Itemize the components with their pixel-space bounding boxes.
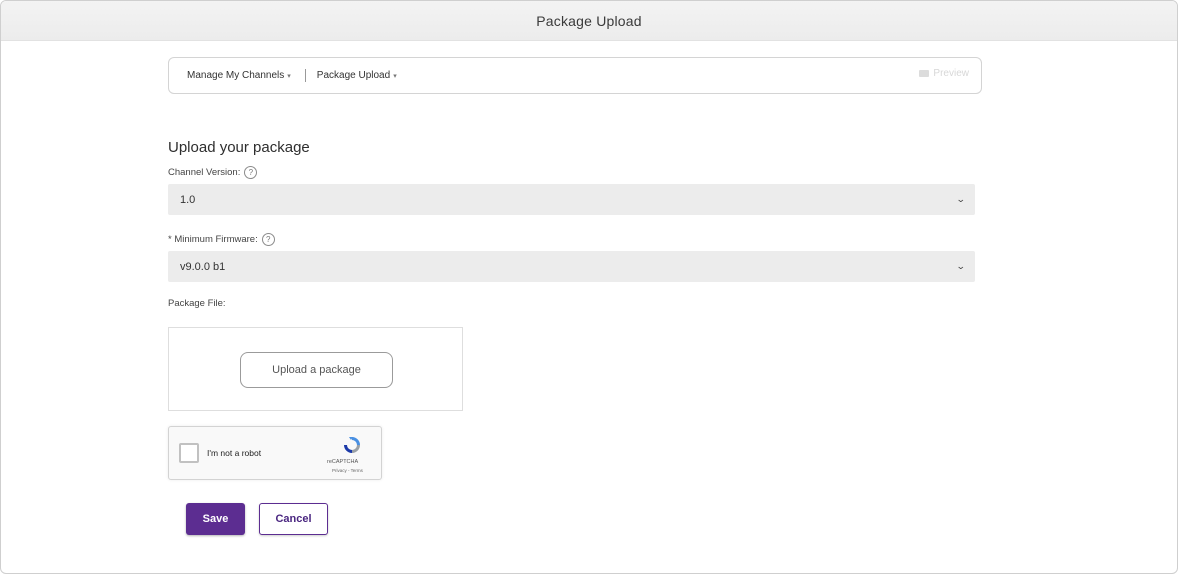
chevron-down-icon: ⌄ — [956, 261, 967, 271]
breadcrumb-label: Manage My Channels — [187, 70, 285, 81]
breadcrumb-divider — [304, 69, 306, 82]
upload-package-button[interactable]: Upload a package — [240, 352, 393, 388]
recaptcha-checkbox[interactable] — [179, 443, 199, 463]
channel-version-label: Channel Version: ? — [168, 166, 258, 179]
preview-label: Preview — [933, 68, 969, 79]
channel-version-select[interactable]: 1.0 ⌄ — [168, 184, 975, 215]
preview-button[interactable]: Preview — [919, 68, 969, 79]
caret-down-icon: ▾ — [393, 72, 397, 80]
minimum-firmware-select[interactable]: v9.0.0 b1 ⌄ — [168, 251, 975, 282]
cancel-button[interactable]: Cancel — [259, 503, 328, 535]
channel-version-label-text: Channel Version: — [168, 167, 241, 178]
section-title: Upload your package — [168, 139, 310, 156]
app-window: Package Upload Manage My Channels ▾ Pack… — [0, 0, 1178, 574]
minimum-firmware-label: * Minimum Firmware: ? — [168, 233, 275, 246]
breadcrumb-manage-channels[interactable]: Manage My Channels ▾ — [187, 70, 291, 81]
chevron-down-icon: ⌄ — [956, 194, 967, 204]
channel-version-value: 1.0 — [180, 193, 196, 206]
minimum-firmware-value: v9.0.0 b1 — [180, 260, 226, 273]
save-button[interactable]: Save — [186, 503, 245, 535]
help-icon[interactable]: ? — [244, 166, 258, 179]
title-bar: Package Upload — [1, 1, 1177, 41]
recaptcha-label: I'm not a robot — [207, 448, 262, 458]
minimum-firmware-label-text: * Minimum Firmware: — [168, 234, 258, 245]
recaptcha-brand: reCAPTCHA — [327, 459, 359, 465]
help-icon[interactable]: ? — [261, 233, 275, 246]
package-file-label: Package File: — [168, 298, 226, 309]
caret-down-icon: ▾ — [287, 72, 291, 80]
page-title: Package Upload — [536, 12, 642, 29]
breadcrumb-label: Package Upload — [316, 70, 391, 81]
recaptcha-logo-icon — [344, 437, 360, 453]
preview-icon — [919, 70, 930, 77]
package-dropzone[interactable]: Upload a package — [168, 327, 463, 411]
recaptcha-widget: I'm not a robot reCAPTCHA Privacy - Term… — [168, 426, 382, 480]
breadcrumb: Manage My Channels ▾ Package Upload ▾ Pr… — [168, 57, 982, 94]
breadcrumb-package-upload[interactable]: Package Upload ▾ — [317, 70, 397, 81]
recaptcha-terms-link[interactable]: Privacy - Terms — [332, 468, 363, 473]
